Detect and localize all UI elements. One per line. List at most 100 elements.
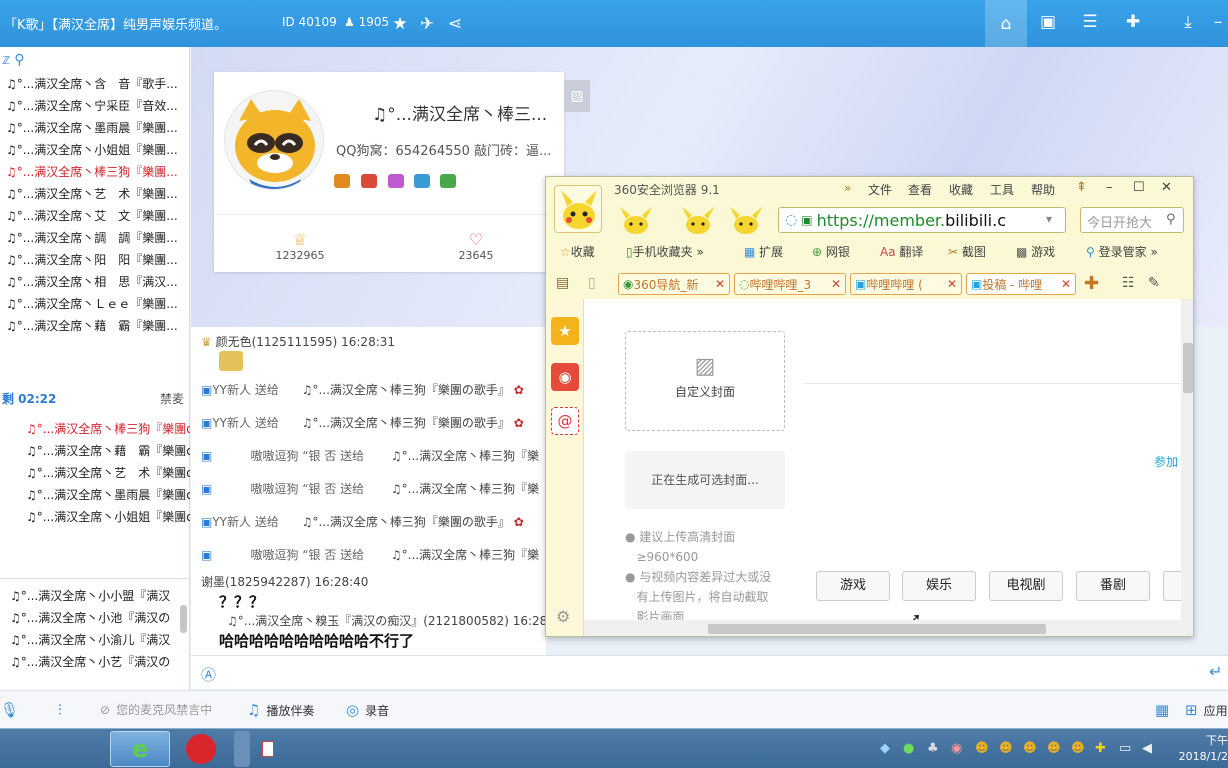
avatar[interactable]	[224, 90, 324, 190]
schedule-button[interactable]: ▦	[1155, 701, 1169, 719]
lower-list-item[interactable]: ♫°...满汉全席丶小池『满汉の	[0, 607, 180, 629]
tray-volume-icon[interactable]: ◀	[1142, 741, 1152, 756]
stat-likes[interactable]: ♡ 23645	[436, 230, 516, 262]
tab-close-icon[interactable]: ✕	[947, 277, 957, 291]
maximize-icon[interactable]: ☐	[1133, 180, 1145, 195]
tray-shield-icon[interactable]: ◆	[880, 741, 890, 756]
lower-list-item[interactable]: ♫°...满汉全席丶小艺『满汉の	[0, 651, 180, 673]
category-game[interactable]: 游戏	[816, 571, 890, 601]
member-list-item[interactable]: ♫°...满汉全席丶艾 文『樂團...	[0, 205, 189, 227]
menu-favorites[interactable]: 收藏	[949, 181, 973, 198]
pin-icon[interactable]: ⇞	[1076, 180, 1087, 195]
menu-tools[interactable]: 工具	[990, 181, 1014, 198]
menu-more-icon[interactable]: »	[844, 181, 851, 195]
contacts-icon[interactable]: ▣	[1030, 6, 1066, 38]
tray-user-icon[interactable]: ♣	[927, 741, 939, 756]
fav-login-manager[interactable]: ⚲ 登录管家 »	[1086, 243, 1158, 260]
system-clock[interactable]: 下午 2018/1/2	[1176, 733, 1228, 765]
tray-plus-icon[interactable]: ✚	[1095, 741, 1106, 756]
fav-games[interactable]: ▩ 游戏	[1016, 243, 1055, 260]
share-icon[interactable]: ⋖	[440, 8, 470, 40]
minimize-to-tray-icon[interactable]: ⤓	[1170, 6, 1206, 38]
tray-music-icon[interactable]: ◉	[951, 741, 962, 756]
tab-list-icon[interactable]: ☷	[1122, 275, 1135, 291]
member-list-item[interactable]: ♫°...满汉全席丶Ｌｅｅ『樂團...	[0, 293, 189, 315]
search-icon[interactable]: ⚲	[14, 52, 24, 68]
minimize-icon[interactable]: –	[1106, 180, 1113, 195]
search-icon[interactable]: ⚲	[1166, 212, 1176, 227]
member-list-item[interactable]: ♫°...满汉全席丶阳 阳『樂團...	[0, 249, 189, 271]
member-list-item[interactable]: ♫°...满汉全席丶墨雨晨『樂團...	[0, 117, 189, 139]
text-format-icon[interactable]: Ⓐ	[201, 664, 216, 685]
mixer-button[interactable]: ⫶	[58, 701, 62, 719]
tab-360-nav[interactable]: ◉ 360导航_新 ✕	[618, 273, 730, 295]
address-bar[interactable]: ◌ ▣ https://member.bilibili.c	[778, 207, 1066, 233]
mobile-icon[interactable]: ▯	[588, 275, 596, 291]
member-scrollbar[interactable]	[180, 605, 187, 633]
window-minimize-icon[interactable]: –	[1208, 6, 1228, 38]
settings-gear-icon[interactable]: ⚙	[556, 607, 570, 626]
vertical-scroll-thumb[interactable]	[1183, 343, 1193, 393]
mic-queue-item[interactable]: ♫°...满汉全席丶小姐姐『樂團o	[0, 506, 190, 528]
custom-cover-upload[interactable]: ▨ 自定义封面	[625, 331, 785, 431]
tree-icon[interactable]: ℤ	[2, 54, 10, 67]
tray-yy-icon[interactable]: ☻	[1023, 741, 1037, 756]
email-icon[interactable]: @	[551, 407, 579, 435]
accompaniment-button[interactable]: ♫ 播放伴奏	[247, 701, 314, 719]
member-list-item[interactable]: ♫°...满汉全席丶艺 术『樂團...	[0, 183, 189, 205]
member-list-item[interactable]: ♫°...满汉全席丶含 音『歌手...	[0, 73, 189, 95]
document-taskbar-button[interactable]	[256, 731, 280, 767]
tab-bilibili-upload[interactable]: ▣ 投稿 - 哔哩 ✕	[966, 273, 1076, 295]
lower-list-item[interactable]: ♫°...满汉全席丶小小盟『满汉	[0, 585, 180, 607]
tray-yy-icon[interactable]: ☻	[1047, 741, 1061, 756]
tray-yy-icon[interactable]: ☻	[975, 741, 989, 756]
record-button[interactable]: ◎ 录音	[346, 701, 389, 719]
mic-queue-item[interactable]: ♫°...满汉全席丶墨雨晨『樂團o	[0, 484, 190, 506]
address-dropdown-icon[interactable]: ▾	[1046, 212, 1052, 226]
member-list-item[interactable]: ♫°...满汉全席丶小姐姐『樂團...	[0, 139, 189, 161]
join-activity-link[interactable]: 参加	[1154, 453, 1178, 470]
member-list-item[interactable]: ♫°...满汉全席丶藉 霸『樂團...	[0, 315, 189, 337]
fav-bookmarks[interactable]: ☆收藏	[560, 243, 595, 260]
category-tv[interactable]: 电视剧	[989, 571, 1063, 601]
category-anime[interactable]: 番剧	[1076, 571, 1150, 601]
music-app-taskbar-button[interactable]	[174, 731, 228, 767]
vertical-scrollbar[interactable]	[1181, 299, 1193, 620]
edit-icon[interactable]: ✎	[1148, 275, 1160, 291]
sidebar-toggle-icon[interactable]: ▤	[556, 275, 569, 291]
member-list-item[interactable]: ♫°...满汉全席丶調 調『樂團...	[0, 227, 189, 249]
fav-mobile[interactable]: ▯手机收藏夹 »	[626, 243, 704, 260]
tray-360-icon[interactable]: ●	[903, 741, 914, 756]
send-icon[interactable]: ↵	[1209, 662, 1222, 681]
category-more[interactable]	[1163, 571, 1181, 601]
horizontal-scroll-thumb[interactable]	[708, 624, 1046, 634]
mute-mic-button[interactable]: 禁麦	[160, 390, 184, 407]
tray-yy-icon[interactable]: ☻	[1071, 741, 1085, 756]
tab-close-icon[interactable]: ✕	[1061, 277, 1071, 291]
favorite-star-icon[interactable]: ★	[551, 317, 579, 345]
stat-contribution[interactable]: ♕ 1232965	[260, 230, 340, 262]
lower-list-item[interactable]: ♫°...满汉全席丶小渝儿『满汉	[0, 629, 180, 651]
fav-translate[interactable]: Aa 翻译	[880, 243, 923, 260]
member-list-item[interactable]: ♫°...满汉全席丶棒三狗『樂團...	[0, 161, 189, 183]
close-icon[interactable]: ✕	[1161, 180, 1172, 195]
tab-bilibili-1[interactable]: ◌ 哔哩哔哩_3 ✕	[734, 273, 846, 295]
tab-bilibili-2[interactable]: ▣ 哔哩哔哩 (✕	[850, 273, 962, 295]
fav-screenshot[interactable]: ✂ 截图	[948, 243, 986, 260]
chat-input-bar[interactable]: Ⓐ ↵	[191, 655, 1228, 689]
menu-view[interactable]: 查看	[908, 181, 932, 198]
apps-button[interactable]: ⊞ 应用	[1185, 701, 1228, 719]
mic-queue-item[interactable]: ♫°...满汉全席丶棒三狗『樂團o	[0, 418, 190, 440]
fav-banking[interactable]: ⊕ 网银	[812, 243, 850, 260]
fav-extensions[interactable]: ▦ 扩展	[744, 243, 783, 260]
ie-taskbar-button[interactable]: e	[110, 731, 170, 767]
tab-close-icon[interactable]: ✕	[831, 277, 841, 291]
member-list-item[interactable]: ♫°...满汉全席丶相 思『满汉...	[0, 271, 189, 293]
gamepad-icon[interactable]: ✚	[1115, 6, 1151, 38]
home-icon[interactable]: ⌂	[985, 0, 1027, 47]
member-list-item[interactable]: ♫°...满汉全席丶宁采臣『音效...	[0, 95, 189, 117]
taskbar-scroll[interactable]	[234, 731, 250, 767]
category-entertainment[interactable]: 娱乐	[902, 571, 976, 601]
horizontal-scrollbar[interactable]	[584, 620, 1193, 636]
new-tab-icon[interactable]: ✚	[1084, 273, 1099, 294]
